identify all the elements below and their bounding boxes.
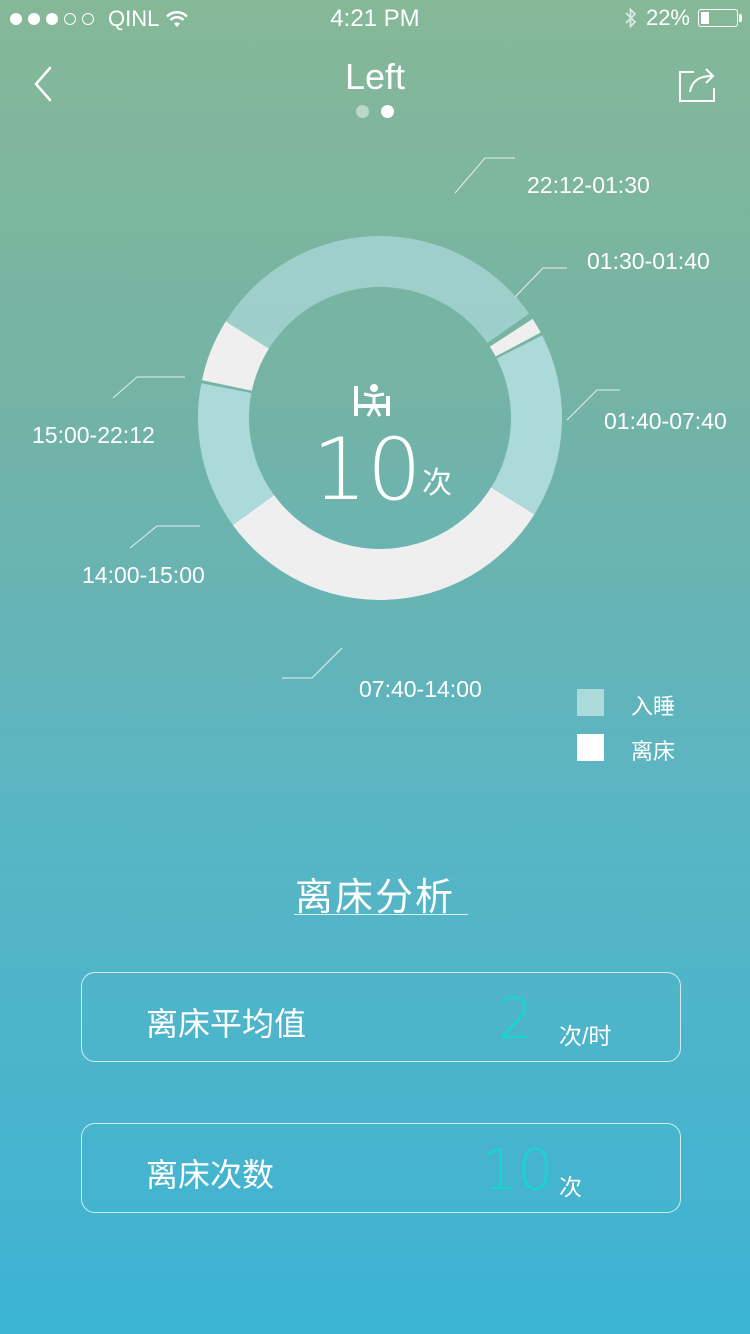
leader-line	[514, 267, 567, 298]
analysis-title-underline	[294, 914, 468, 915]
donut-segment	[491, 335, 562, 515]
leader-line	[112, 376, 185, 399]
bluetooth-icon	[625, 7, 637, 29]
center-count: 10	[312, 420, 422, 520]
segment-label: 01:30-01:40	[587, 248, 710, 274]
card-label: 离床次数	[146, 1157, 275, 1193]
segment-label: 15:00-22:12	[32, 422, 155, 448]
status-bar: QINL 4:21 PM 22%	[0, 0, 750, 38]
page-dot-active[interactable]	[381, 105, 394, 118]
segment-label: 07:40-14:00	[359, 676, 482, 702]
legend-swatch-sleep	[577, 689, 604, 716]
legend-label-leave-bed: 离床	[631, 739, 676, 764]
bed-exit-count-card[interactable]: 离床次数 10 次	[81, 1123, 681, 1213]
leader-line	[129, 525, 200, 549]
bed-exit-average-card[interactable]: 离床平均值 2 次/时	[81, 972, 681, 1062]
card-value: 10	[482, 1138, 554, 1203]
card-unit: 次	[559, 1174, 582, 1200]
page-indicator[interactable]	[0, 105, 750, 118]
legend-label-sleep: 入睡	[631, 694, 676, 719]
legend-swatch-leave-bed	[577, 734, 604, 761]
card-unit: 次/时	[559, 1023, 612, 1049]
leader-line	[454, 157, 515, 194]
segment-label: 14:00-15:00	[82, 562, 205, 588]
donut-segment	[225, 235, 530, 349]
leader-line	[282, 647, 343, 679]
page-title: Left	[344, 56, 406, 97]
analysis-title: 离床分析	[294, 877, 455, 919]
segment-label: 01:40-07:40	[604, 408, 727, 434]
card-label: 离床平均值	[146, 1006, 307, 1042]
status-right: 22%	[624, 5, 742, 31]
segment-label: 22:12-01:30	[527, 172, 650, 198]
battery-percent: 22%	[645, 5, 690, 30]
card-value: 2	[498, 987, 534, 1052]
battery-icon	[698, 9, 742, 27]
share-icon[interactable]	[676, 64, 720, 104]
page-dot[interactable]	[356, 105, 369, 118]
out-of-bed-icon	[354, 384, 390, 417]
center-unit: 次	[422, 467, 452, 500]
